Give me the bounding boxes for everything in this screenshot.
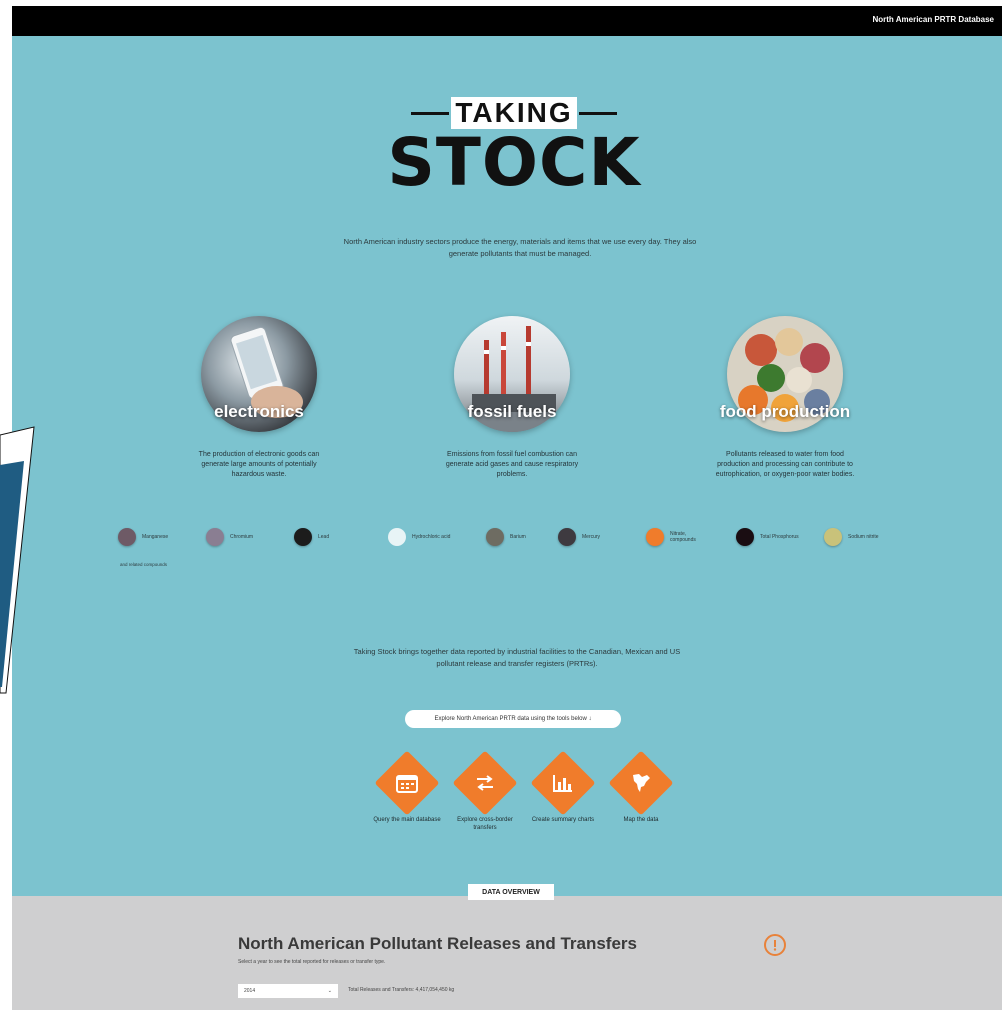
chemical-footnote: and related compounds — [120, 562, 168, 567]
tool-label: Map the data — [623, 817, 659, 823]
chemical-swatch — [118, 528, 136, 546]
explore-data-button[interactable]: Explore North American PRTR data using t… — [405, 710, 621, 728]
sector-electronics[interactable]: electronics The production of electronic… — [159, 316, 359, 480]
chemical-label: Nitrate, compounds — [670, 531, 696, 543]
chemical-swatch — [206, 528, 224, 546]
bar-chart-icon — [551, 771, 575, 795]
tool-label: Create summary charts — [531, 817, 595, 823]
chemical-swatch — [388, 528, 406, 546]
chemical-swatch — [486, 528, 504, 546]
sector-description: Emissions from fossil fuel combustion ca… — [445, 451, 579, 478]
chemical-swatch — [736, 528, 754, 546]
sector-fossil-fuels[interactable]: fossil fuels Emissions from fossil fuel … — [412, 316, 612, 480]
taking-stock-logo: TAKING STOCK — [384, 96, 644, 201]
overview-subtitle: Select a year to see the total reported … — [238, 959, 386, 965]
chemical-label: Mercury — [582, 534, 601, 540]
sector-title: fossil fuels — [467, 402, 557, 421]
chemical-label: Sodium nitrite — [848, 534, 879, 540]
sector-title: food production — [719, 402, 851, 421]
sector-title: electronics — [214, 402, 304, 421]
year-select[interactable]: 2014 ⌄ — [238, 984, 338, 998]
tool-diamond — [530, 750, 596, 816]
sector-description: Pollutants released to water from food p… — [715, 451, 855, 478]
chemical-legend: Manganese Chromium Lead Hydrochloric aci… — [112, 526, 912, 556]
chevron-down-icon: ⌄ — [327, 988, 332, 994]
prtr-database-link[interactable]: North American PRTR Database — [872, 15, 994, 24]
chemical-swatch — [294, 528, 312, 546]
chemical-total-phosphorus[interactable]: Total Phosphorus — [736, 528, 799, 546]
tool-map-data[interactable]: Map the data — [602, 750, 680, 824]
chemical-lead[interactable]: Lead — [294, 528, 329, 546]
page-canvas: North American PRTR Database TAKING STOC… — [12, 6, 1002, 1010]
transfer-arrows-icon — [473, 771, 497, 795]
tool-diamond — [374, 750, 440, 816]
chemical-label: Hydrochloric acid — [412, 534, 451, 540]
chemical-label: Barium — [510, 534, 526, 540]
chemical-chromium[interactable]: Chromium — [206, 528, 253, 546]
logo-stock-word: STOCK — [387, 124, 641, 201]
chemical-manganese[interactable]: Manganese — [118, 528, 168, 546]
prtr-description: Taking Stock brings together data report… — [353, 647, 681, 668]
chemical-swatch — [824, 528, 842, 546]
top-bar: North American PRTR Database — [12, 6, 1002, 36]
chemical-label: Chromium — [230, 534, 254, 540]
overlapping-panel — [0, 425, 40, 695]
sector-food-production[interactable]: food production Pollutants released to w… — [685, 316, 885, 480]
year-select-value: 2014 — [244, 988, 256, 994]
chemical-barium[interactable]: Barium — [486, 528, 526, 546]
tool-label: Query the main database — [373, 817, 441, 823]
chemical-hydrochloric-acid[interactable]: Hydrochloric acid — [388, 528, 450, 546]
chemical-swatch — [646, 528, 664, 546]
chemical-swatch — [558, 528, 576, 546]
north-america-map-icon — [629, 771, 653, 795]
chemical-mercury[interactable]: Mercury — [558, 528, 600, 546]
tool-summary-charts[interactable]: Create summary charts — [524, 750, 602, 824]
tool-cross-border-transfers[interactable]: Explore cross-border transfers — [446, 750, 524, 832]
overview-title: North American Pollutant Releases and Tr… — [238, 934, 637, 953]
total-releases-text: Total Releases and Transfers: 4,417,054,… — [348, 987, 455, 993]
logo-line-left — [411, 111, 450, 115]
tool-query-database[interactable]: Query the main database — [368, 750, 446, 824]
chemical-sodium-nitrite[interactable]: Sodium nitrite — [824, 528, 879, 546]
chemical-label: Total Phosphorus — [760, 534, 799, 540]
tool-diamond — [608, 750, 674, 816]
chemical-nitrate[interactable]: Nitrate, compounds — [646, 528, 726, 546]
info-icon[interactable] — [764, 934, 786, 956]
logo-line-right — [578, 111, 617, 115]
calendar-icon — [395, 771, 419, 795]
data-overview-tab[interactable]: DATA OVERVIEW — [468, 884, 554, 900]
sector-description: The production of electronic goods can g… — [198, 451, 320, 478]
tool-diamond — [452, 750, 518, 816]
chemical-label: Manganese — [142, 534, 169, 540]
tool-label: Explore cross-border transfers — [457, 817, 513, 831]
tilted-panel-shape — [0, 426, 35, 694]
intro-text: North American industry sectors produce … — [343, 237, 697, 258]
chemical-label: Lead — [318, 534, 330, 540]
